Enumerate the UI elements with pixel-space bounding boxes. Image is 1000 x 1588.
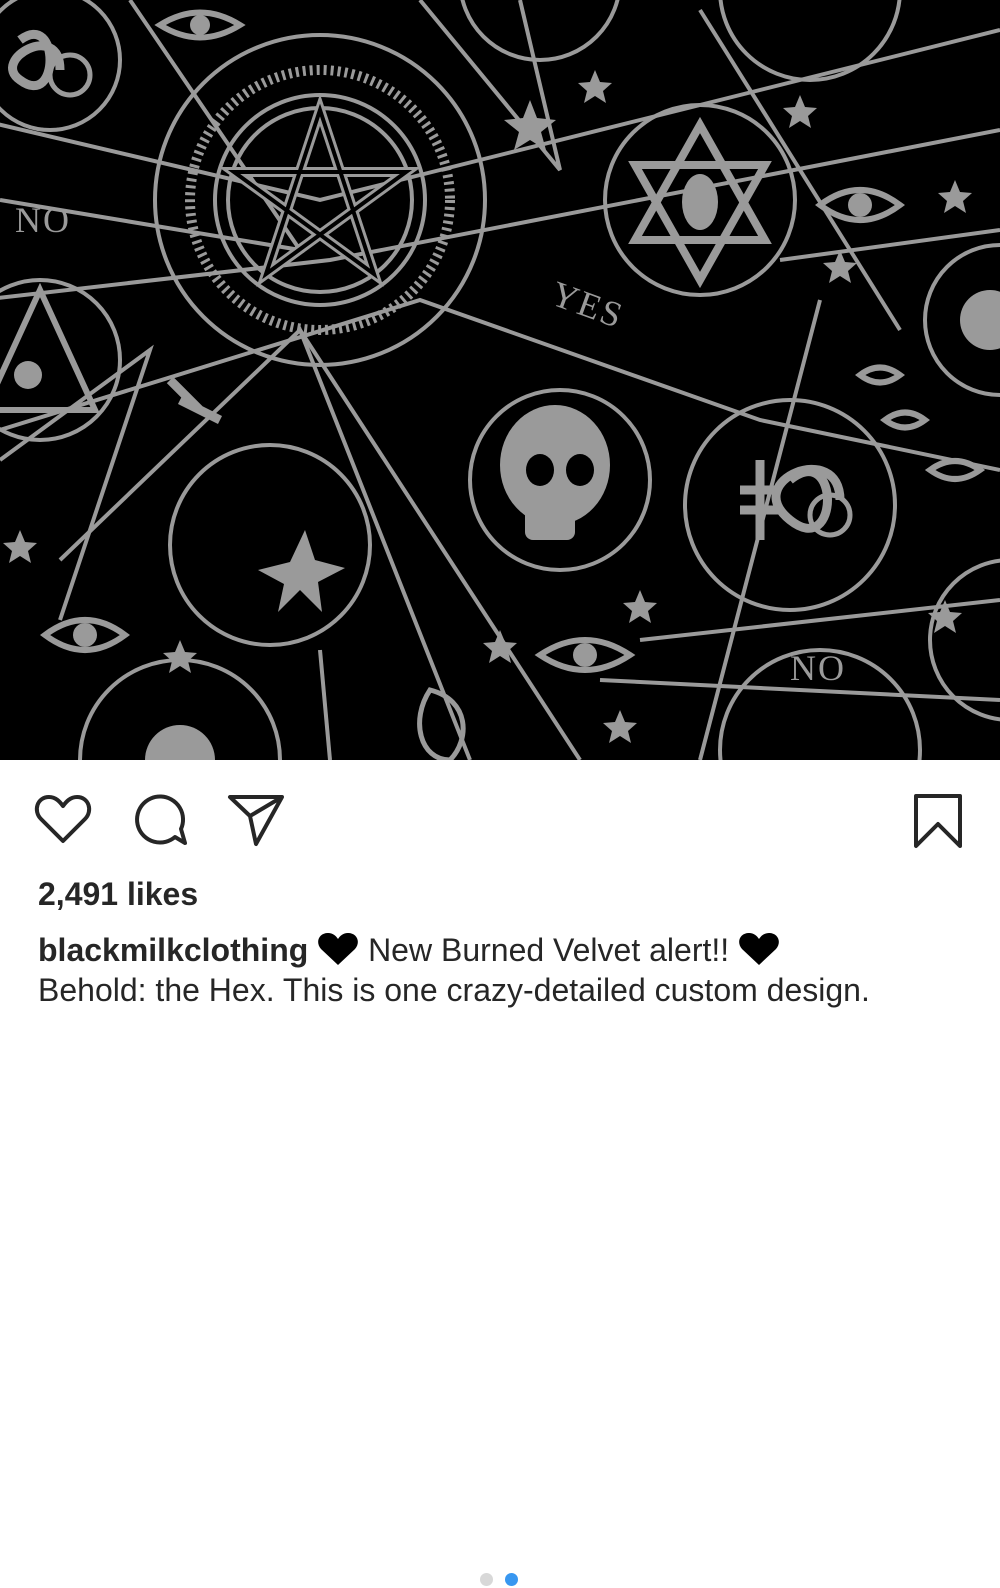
carousel-dot-active (505, 1573, 518, 1586)
post-actions-bar (0, 760, 1000, 1586)
no-label-2: NO (790, 648, 846, 688)
star-shape (258, 530, 345, 612)
pattern-line (0, 28, 1000, 203)
yes-label: YES (546, 273, 629, 336)
small-pentacle (47, 52, 93, 98)
bookmark-outline-icon[interactable] (912, 792, 964, 850)
sigil-circle (683, 398, 897, 612)
eye-icon (879, 409, 931, 431)
caption-username[interactable]: blackmilkclothing (38, 932, 308, 968)
eye-icon (924, 458, 986, 482)
top-circle (460, 0, 620, 62)
carousel-indicator (478, 1570, 528, 1588)
eye-triangle-pupil (14, 361, 42, 389)
hexagram-eye (682, 174, 718, 230)
caption-line-2: Behold: the Hex. This is one crazy-detai… (38, 972, 870, 1008)
leviathan-sigil (740, 460, 845, 540)
occult-pattern: NO YES NO (0, 0, 1000, 760)
crescent-moon (209, 479, 280, 621)
no-label: NO (15, 200, 71, 240)
carousel-dot-inactive (480, 1573, 493, 1586)
caption-line-1: blackmilkclothing New Burned Velvet aler… (38, 930, 998, 970)
caption-text-line-1: New Burned Velvet alert!! (368, 932, 730, 968)
post-caption: blackmilkclothing New Burned Velvet aler… (38, 930, 998, 1010)
black-heart-icon (318, 933, 359, 965)
likes-count[interactable]: 2,491 likes (38, 876, 198, 913)
moon-circle (168, 443, 372, 647)
pattern-line (58, 326, 472, 760)
skull (500, 405, 610, 540)
pattern-line (318, 649, 332, 760)
eye-triangle (0, 282, 100, 413)
heart-outline-icon[interactable] (34, 793, 92, 845)
eye-icon (854, 364, 906, 386)
pattern-line (779, 228, 1000, 262)
post-image[interactable]: NO YES NO (0, 0, 1000, 760)
comment-bubble-icon[interactable] (131, 793, 189, 849)
top-right-circle (718, 0, 902, 82)
paper-plane-icon[interactable] (226, 792, 286, 848)
black-heart-icon (739, 933, 779, 965)
pattern-line (0, 297, 1000, 472)
